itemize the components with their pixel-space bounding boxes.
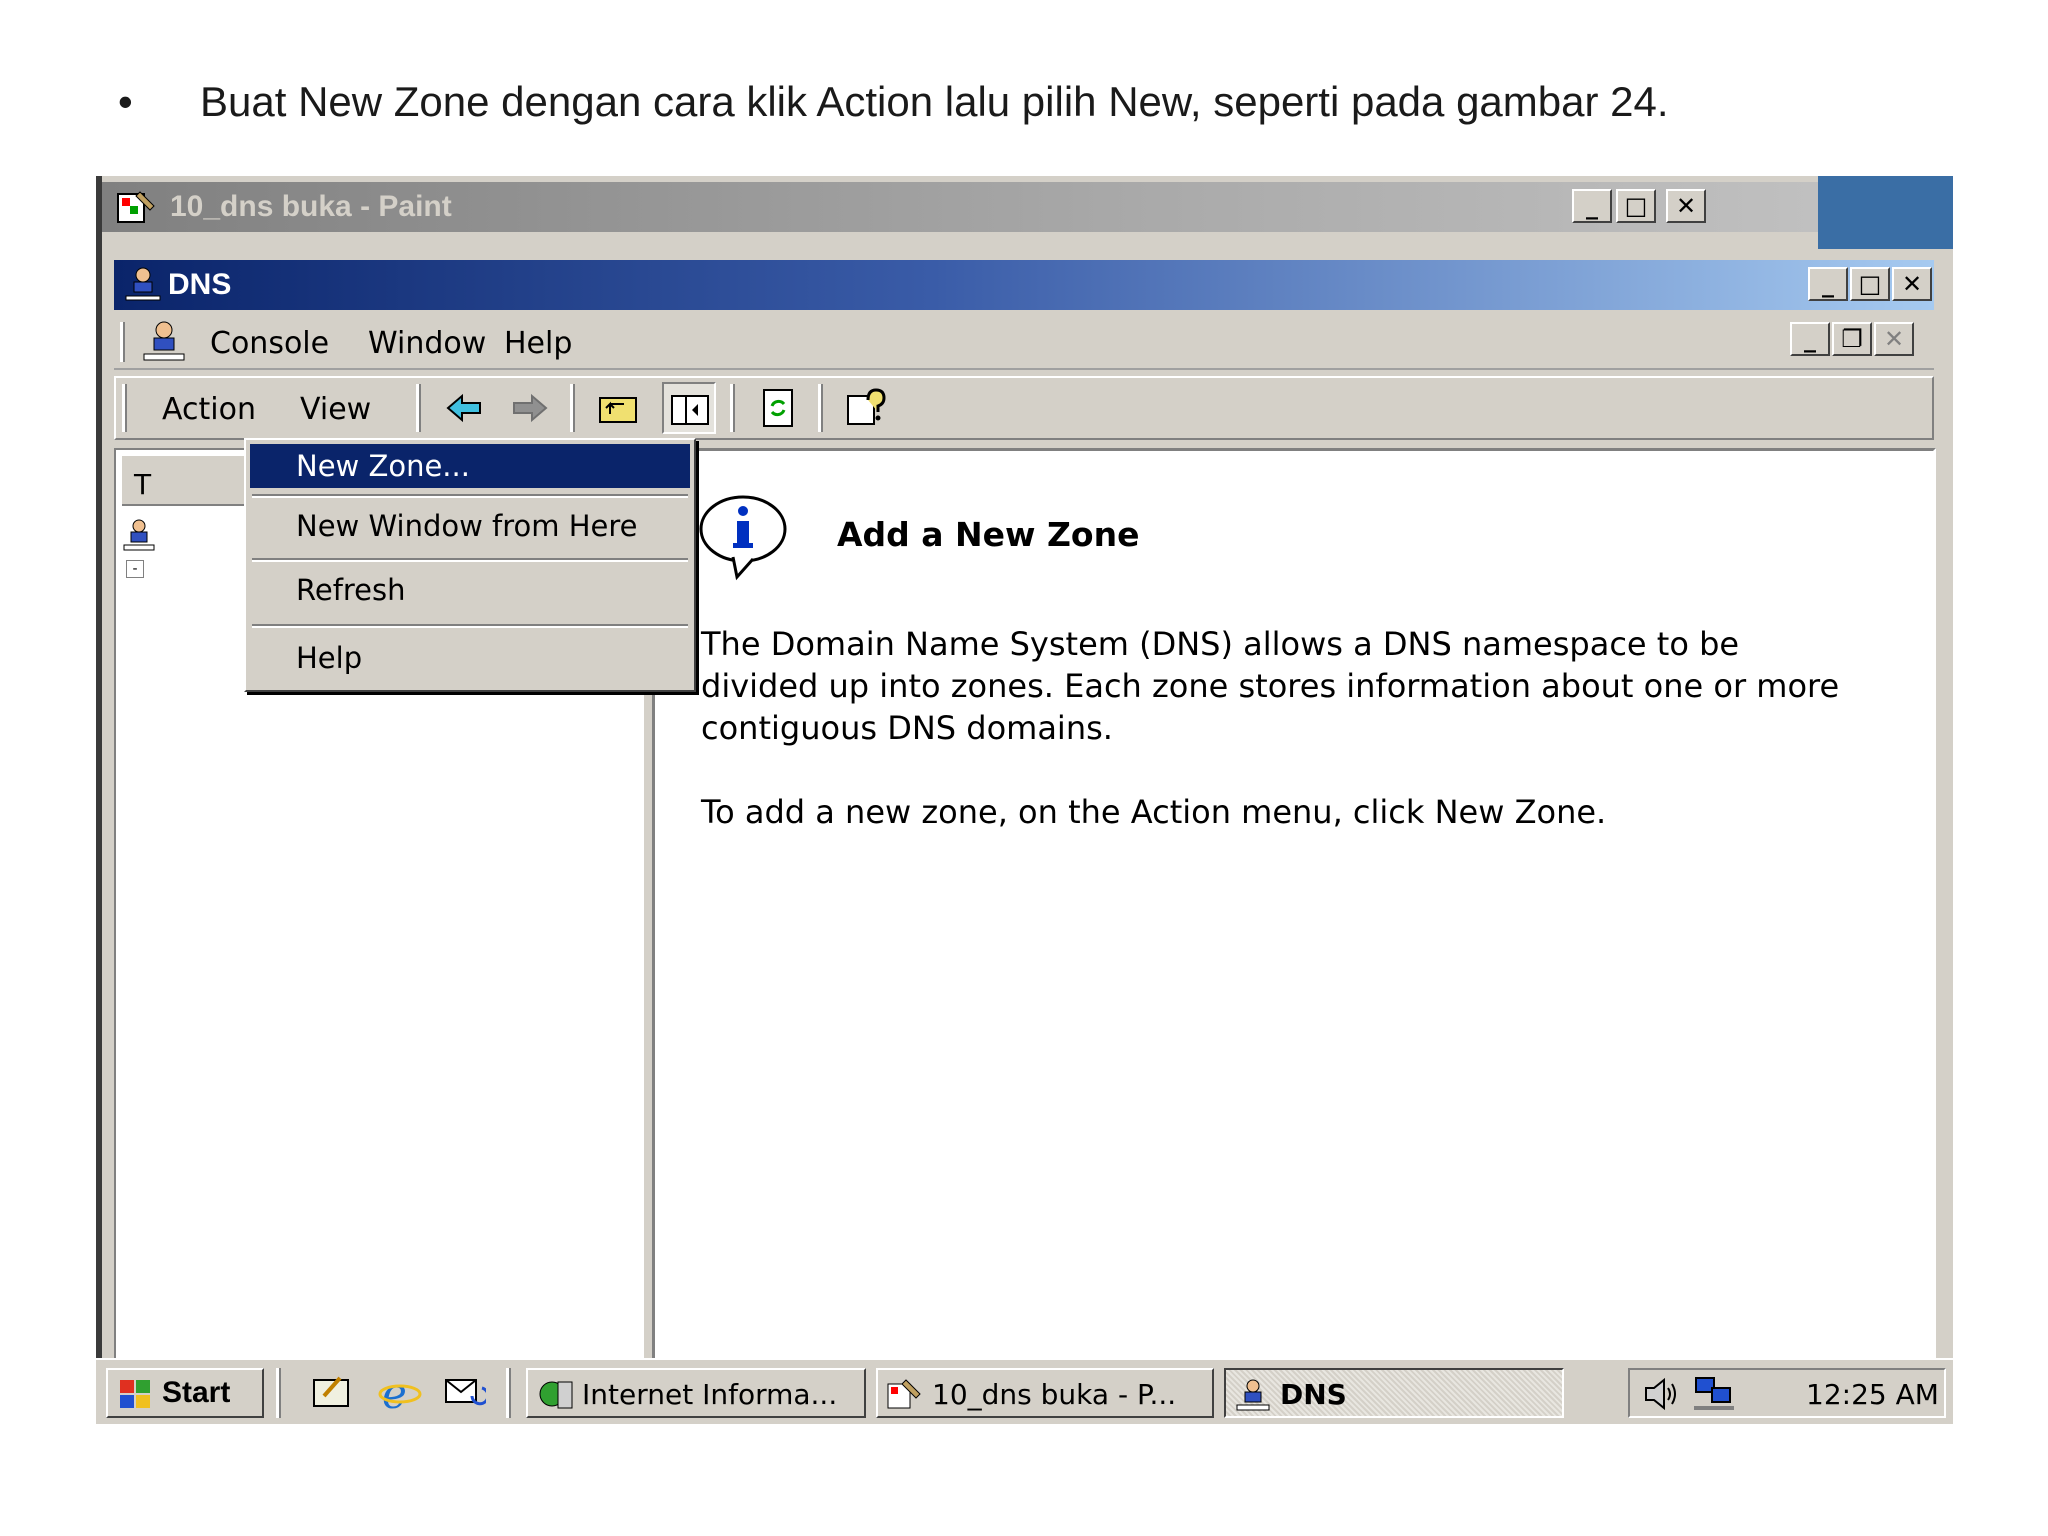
paint-app-icon (117, 191, 155, 223)
outlook-express-icon[interactable] (442, 1370, 486, 1414)
paint-close-button[interactable]: ✕ (1666, 189, 1706, 223)
dns-description-text: The Domain Name System (DNS) allows a DN… (701, 625, 1840, 747)
paint-maximize-button[interactable]: □ (1616, 189, 1656, 223)
up-one-level-icon[interactable] (596, 386, 640, 430)
dns-app-icon (125, 267, 161, 301)
menu-item-help[interactable]: Help (250, 636, 690, 680)
dns-root-node-icon[interactable] (122, 518, 156, 552)
dns-minimize-button[interactable]: _ (1808, 267, 1848, 301)
mmc-toolbar: Action View (114, 376, 1934, 440)
toolbar-separator (570, 384, 575, 432)
taskbar-clock[interactable]: 12:25 AM (1806, 1378, 1939, 1411)
menu-console[interactable]: Console (210, 326, 329, 361)
dns-window-title: DNS (168, 268, 232, 301)
start-button[interactable]: Start (106, 1368, 264, 1418)
help-topics-icon[interactable] (844, 386, 888, 430)
add-zone-heading: Add a New Zone (837, 515, 1140, 554)
menu-item-new-window-from-here[interactable]: New Window from Here (250, 504, 690, 548)
console-icon[interactable] (142, 320, 186, 364)
dns-title-bar[interactable]: DNS _ □ ✕ (114, 260, 1934, 310)
taskbar-item-label: 10_dns buka - P... (932, 1378, 1177, 1411)
child-restore-button[interactable]: ❐ (1832, 322, 1872, 356)
show-hide-tree-button[interactable] (662, 382, 716, 434)
menu-item-refresh[interactable]: Refresh (250, 568, 690, 612)
internet-explorer-icon[interactable]: e (378, 1370, 422, 1414)
add-zone-instruction-text: To add a new zone, on the Action menu, c… (701, 793, 1607, 831)
taskbar-item-label: Internet Informa... (582, 1378, 838, 1411)
back-arrow-icon[interactable] (442, 386, 486, 430)
quicklaunch-grip[interactable] (276, 1368, 281, 1418)
taskbar-item-paint[interactable]: 10_dns buka - P... (876, 1368, 1214, 1418)
action-dropdown-menu: New Zone... New Window from Here Refresh… (244, 438, 696, 692)
system-tray: 12:25 AM (1628, 1368, 1946, 1418)
dns-taskbar-icon (1236, 1379, 1270, 1411)
network-connection-icon[interactable] (1692, 1374, 1736, 1414)
taskbar: Start e Internet Informa... 10_dns buka … (96, 1358, 1953, 1424)
caption-bullet: • (118, 78, 133, 125)
menu-separator (252, 624, 688, 628)
window-edge (96, 176, 102, 1424)
menubar-grip[interactable] (120, 322, 125, 362)
iis-icon (539, 1381, 573, 1409)
tree-tab-label: T (134, 468, 152, 501)
paint-minimize-button[interactable]: _ (1572, 189, 1612, 223)
child-minimize-button[interactable]: _ (1790, 322, 1830, 356)
svg-text:e: e (382, 1370, 407, 1414)
show-hide-tree-icon (671, 395, 709, 425)
screenshot-frame: 10_dns buka - Paint _ □ ✕ DNS _ □ ✕ Cons… (96, 176, 1953, 1424)
volume-icon[interactable] (1640, 1374, 1680, 1414)
dns-close-button[interactable]: ✕ (1892, 267, 1932, 301)
taskbar-item-dns[interactable]: DNS (1224, 1368, 1564, 1418)
menu-window[interactable]: Window (368, 326, 486, 361)
menu-item-new-zone[interactable]: New Zone... (250, 444, 690, 488)
results-pane: Add a New Zone The Domain Name System (D… (652, 448, 1936, 1424)
tree-expand-toggle[interactable]: - (126, 560, 144, 578)
taskbar-item-internet-information[interactable]: Internet Informa... (526, 1368, 866, 1418)
child-close-button[interactable]: ✕ (1874, 322, 1914, 356)
menu-help[interactable]: Help (504, 326, 572, 361)
start-label: Start (162, 1376, 231, 1409)
paint-taskbar-icon (887, 1379, 921, 1409)
windows-logo-icon (120, 1380, 150, 1408)
refresh-icon[interactable] (756, 386, 800, 430)
menu-separator (252, 558, 688, 562)
paint-title-bar[interactable]: 10_dns buka - Paint _ □ ✕ (102, 182, 1818, 232)
menu-action[interactable]: Action (162, 392, 256, 427)
mmc-menubar: Console Window Help _ ❐ ✕ (114, 314, 1934, 370)
info-balloon-icon (699, 495, 787, 581)
menu-separator (252, 494, 688, 498)
slide-caption: Buat New Zone dengan cara klik Action la… (200, 78, 1669, 125)
taskbar-separator (506, 1368, 511, 1418)
taskbar-item-label: DNS (1280, 1378, 1347, 1411)
show-desktop-icon[interactable] (310, 1370, 354, 1414)
desktop-background (1818, 176, 1953, 249)
toolbar-separator (416, 384, 421, 432)
forward-arrow-icon[interactable] (508, 386, 552, 430)
toolbar-separator (818, 384, 823, 432)
paint-window-title: 10_dns buka - Paint (170, 190, 452, 223)
menu-view[interactable]: View (300, 392, 371, 427)
dns-maximize-button[interactable]: □ (1850, 267, 1890, 301)
toolbar-grip[interactable] (122, 384, 127, 432)
toolbar-separator (730, 384, 735, 432)
